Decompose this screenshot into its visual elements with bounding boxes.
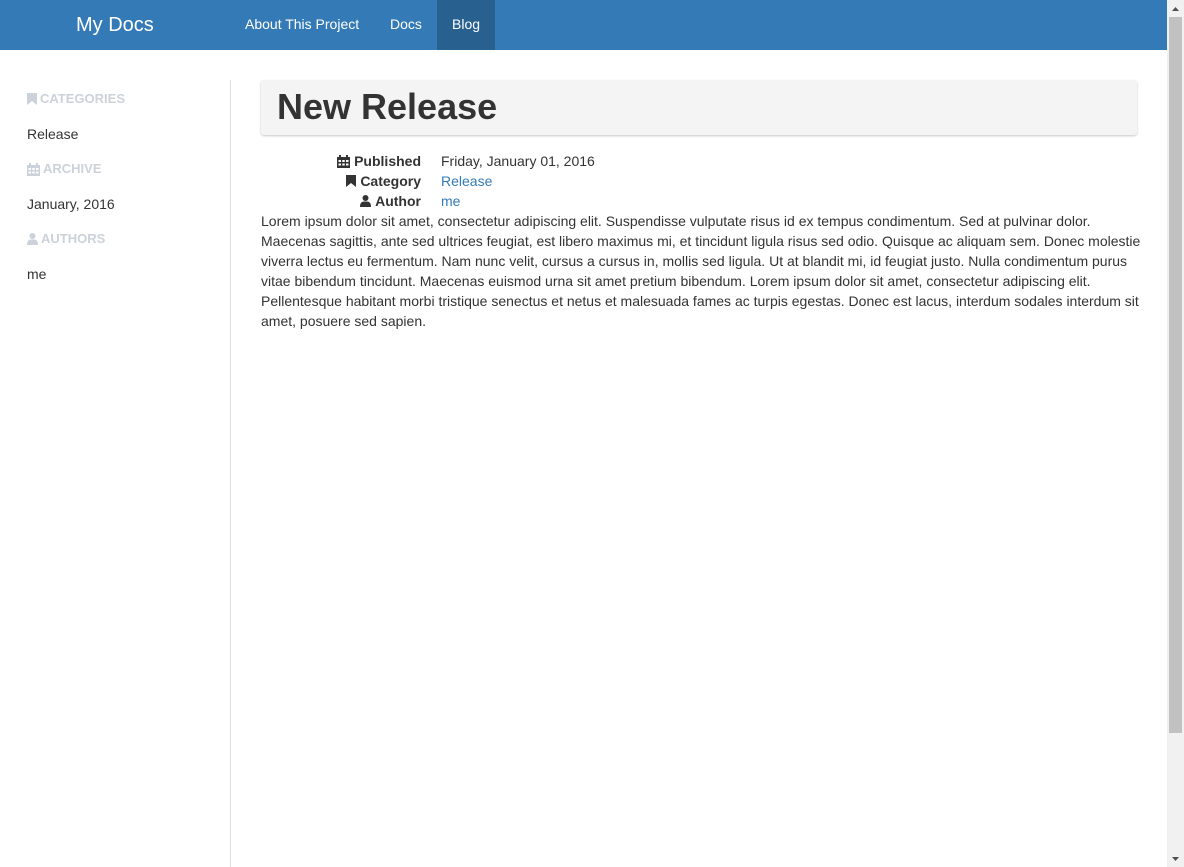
vertical-scrollbar[interactable] [1167,0,1184,867]
calendar-icon [27,162,40,176]
meta-category: Category Release [261,171,1137,191]
page-title: New Release [277,86,498,127]
scrollbar-thumb[interactable] [1169,17,1182,733]
categories-heading-label: CATEGORIES [40,91,125,106]
sidebar-category-release[interactable]: Release [27,125,78,143]
author-label-text: Author [375,193,421,209]
sidebar-archive-jan-2016[interactable]: January, 2016 [27,195,115,213]
post-body: Lorem ipsum dolor sit amet, consectetur … [261,213,1141,329]
scroll-down-arrow-icon[interactable] [1167,850,1184,867]
published-label-text: Published [354,153,421,169]
published-label: Published [261,151,421,171]
sidebar-author-me[interactable]: me [27,265,46,283]
scroll-up-arrow-icon[interactable] [1167,0,1184,17]
nav-item-docs[interactable]: Docs [375,0,437,50]
nav-item-blog[interactable]: Blog [437,0,496,50]
published-date: Friday, January 01, 2016 [441,153,595,169]
categories-heading: CATEGORIES [27,90,125,108]
meta-published: Published Friday, January 01, 2016 [261,151,1137,171]
category-label-text: Category [360,173,421,189]
brand-link[interactable]: My Docs [76,13,154,37]
author-link[interactable]: me [441,191,460,211]
archive-heading: ARCHIVE [27,160,102,178]
top-navbar: My Docs About This Project Docs Blog [0,0,1167,50]
author-label: Author [261,191,421,211]
archive-heading-label: ARCHIVE [43,161,102,176]
meta-author: Author me [261,191,1137,211]
sidebar-divider [230,80,231,867]
nav-item-about[interactable]: About This Project [230,0,374,50]
bookmark-icon [27,93,37,105]
bookmark-icon [346,175,357,187]
calendar-icon [337,154,351,168]
authors-heading-label: AUTHORS [41,231,106,246]
user-icon [360,195,372,207]
authors-heading: AUTHORS [27,230,105,248]
category-link[interactable]: Release [441,171,492,191]
user-icon [27,233,38,245]
category-label: Category [261,171,421,191]
title-box: New Release [261,80,1137,135]
